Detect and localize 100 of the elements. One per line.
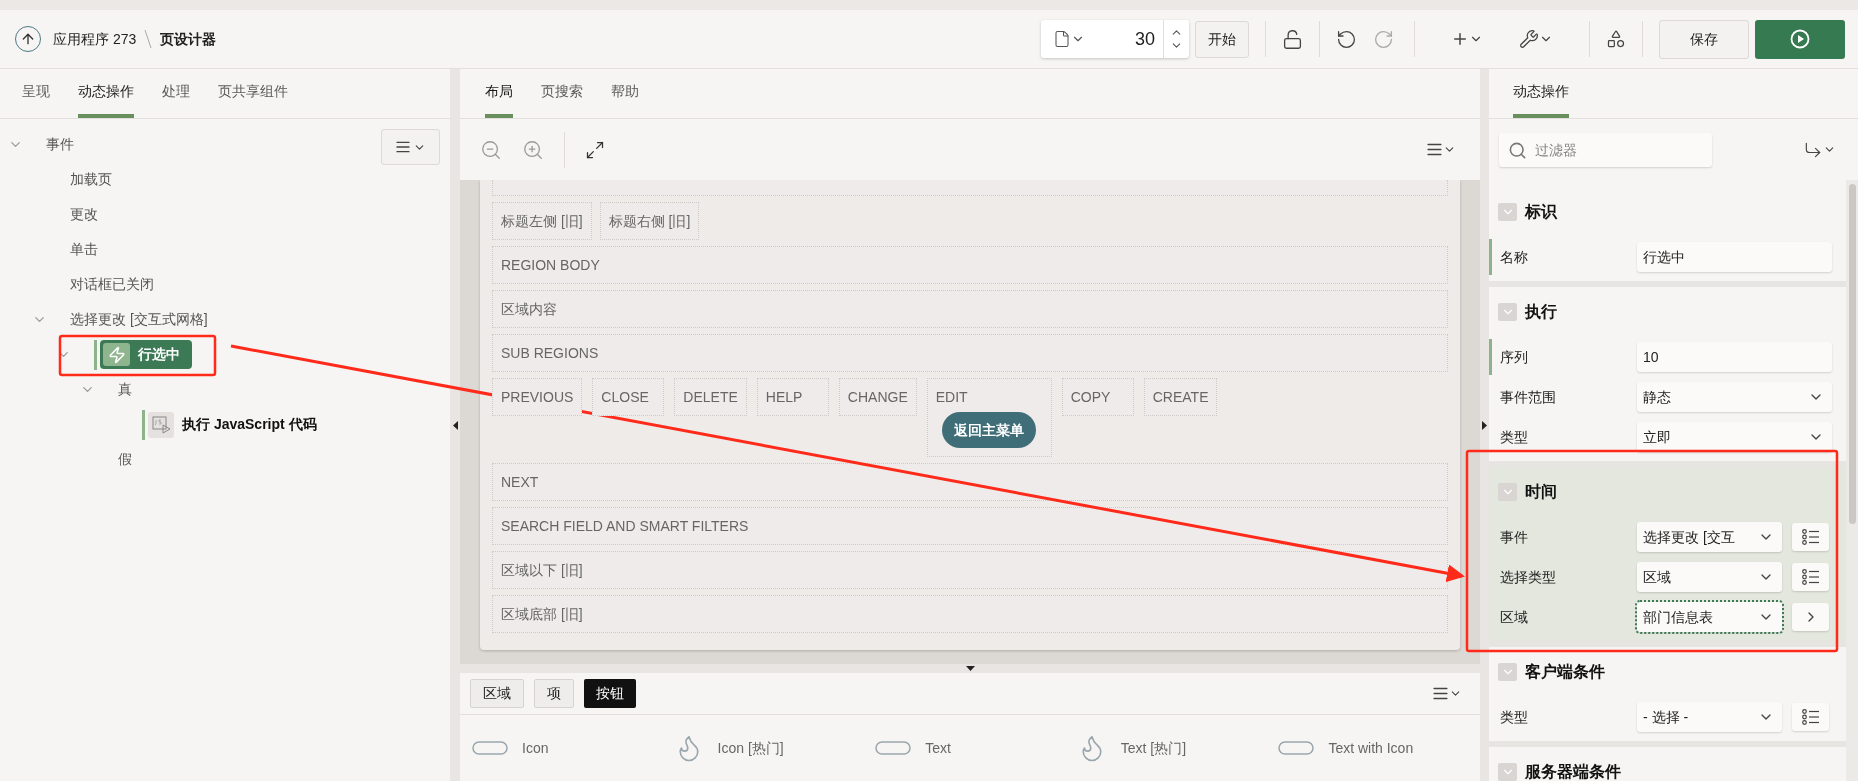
layout-region[interactable]: REGION BODY	[492, 246, 1448, 284]
list-icon	[1801, 569, 1820, 585]
tree-node[interactable]: 单击	[70, 239, 98, 260]
text-field[interactable]: 行选中	[1637, 242, 1832, 272]
shapes-icon[interactable]	[1606, 29, 1626, 49]
zoom-out-icon[interactable]	[480, 138, 502, 161]
gallery-tab[interactable]: 区域	[470, 679, 524, 708]
button-slot[interactable]: EDIT 返回主菜单	[926, 378, 1052, 457]
tab[interactable]: 页共享组件	[218, 69, 288, 118]
collapse-toggle[interactable]	[1498, 663, 1517, 681]
pill-icon	[1278, 741, 1315, 755]
save-button[interactable]: 保存	[1659, 19, 1749, 59]
tree-node[interactable]: 加载页	[70, 169, 112, 190]
property-label: 名称	[1499, 247, 1529, 267]
collapse-toggle[interactable]	[1498, 203, 1517, 221]
tab[interactable]: 动态操作	[1513, 69, 1569, 118]
pill-icon	[875, 741, 912, 755]
property-label: 序列	[1499, 347, 1529, 367]
add-menu-icon[interactable]	[1451, 30, 1483, 48]
collapse-right-icon[interactable]	[1482, 420, 1487, 430]
tree-node[interactable]: 事件	[46, 134, 74, 155]
filter-field[interactable]: 过滤器	[1499, 132, 1712, 167]
slot-label: EDIT	[935, 388, 969, 407]
breadcrumb-link[interactable]: 应用程序 273	[53, 28, 137, 50]
select-field[interactable]: 立即	[1637, 422, 1832, 452]
gallery-tab[interactable]: 按钮	[584, 679, 636, 708]
search-icon	[1508, 140, 1527, 160]
page-number: 30	[1133, 27, 1156, 51]
tab[interactable]: 动态操作	[78, 69, 134, 118]
collapse-toggle[interactable]	[1498, 483, 1517, 501]
list-button[interactable]	[1792, 703, 1829, 731]
unlock-icon[interactable]	[1282, 28, 1303, 50]
layout-slot[interactable]: 标题右侧 [旧]	[599, 202, 700, 240]
tree-node[interactable]: 更改	[70, 204, 98, 225]
layout-slot[interactable]: DELETE	[674, 378, 747, 416]
gallery-item[interactable]: Text with Icon	[1328, 737, 1414, 759]
list-button[interactable]	[1792, 523, 1829, 551]
layout-slot[interactable]: CLOSE	[592, 378, 665, 416]
section-title: 标识	[1525, 202, 1557, 222]
collapse-left-icon[interactable]	[452, 420, 458, 430]
menu-button[interactable]: 返回主菜单	[942, 412, 1037, 448]
select-field[interactable]: 静态	[1637, 382, 1832, 412]
layout-region[interactable]: 区域底部 [旧]	[492, 595, 1448, 633]
layout-slot[interactable]: CREATE	[1143, 378, 1218, 416]
tree-node[interactable]: 执行 JavaScript 代码	[182, 414, 317, 435]
layout-region[interactable]: SUB REGIONS	[492, 334, 1448, 372]
text-field[interactable]: 10	[1637, 342, 1832, 372]
select-field[interactable]: 部门信息表	[1637, 602, 1782, 632]
gallery-item[interactable]: Text [热门]	[1120, 737, 1187, 759]
run-button[interactable]	[1755, 19, 1845, 59]
breadcrumb-link[interactable]: 页设计器	[160, 28, 217, 50]
select-field[interactable]: - 选择 -	[1637, 702, 1782, 732]
layout-region[interactable]: NEXT	[492, 463, 1448, 501]
wrench-menu-icon[interactable]	[1519, 29, 1553, 49]
menu-icon[interactable]	[1432, 685, 1462, 702]
tab[interactable]: 处理	[162, 69, 190, 118]
pill-icon	[472, 741, 508, 755]
menu-icon	[395, 139, 411, 155]
gallery-tab[interactable]: 项	[534, 679, 574, 708]
property-label: 选择类型	[1499, 567, 1557, 587]
menu-button[interactable]	[381, 129, 440, 165]
tab[interactable]: 呈现	[22, 69, 50, 118]
tree-node-badge[interactable]: 行选中	[100, 340, 192, 369]
property-label: 事件范围	[1499, 387, 1557, 407]
layout-slot[interactable]: HELP	[756, 378, 829, 416]
tree-node[interactable]: 对话框已关闭	[70, 274, 154, 295]
select-field[interactable]: 选择更改 [交互	[1637, 522, 1782, 552]
gallery-item[interactable]: Icon [热门]	[717, 737, 784, 759]
section-title: 客户端条件	[1525, 662, 1605, 682]
tree-node[interactable]: 真	[118, 379, 132, 400]
tab[interactable]: 帮助	[611, 69, 639, 118]
tree-node[interactable]: 选择更改 [交互式网格]	[70, 309, 208, 330]
tab[interactable]: 页搜索	[541, 69, 583, 118]
gallery-item[interactable]: Text	[925, 737, 951, 759]
collapse-toggle[interactable]	[1498, 763, 1517, 781]
scrollbar[interactable]	[1846, 180, 1858, 781]
collapse-toggle[interactable]	[1498, 303, 1517, 321]
layout-region[interactable]: SEARCH FIELD AND SMART FILTERS	[492, 507, 1448, 545]
gallery-item[interactable]: Icon	[522, 737, 549, 759]
layout-region[interactable]: 区域内容	[492, 290, 1448, 328]
property-label: 事件	[1499, 527, 1529, 547]
list-icon	[1801, 529, 1820, 545]
property-label: 类型	[1499, 707, 1529, 727]
layout-slot[interactable]: CHANGE	[838, 378, 917, 416]
menu-icon[interactable]	[1426, 141, 1456, 158]
layout-region[interactable]: 区域以下 [旧]	[492, 551, 1448, 589]
select-field[interactable]: 区域	[1637, 562, 1782, 592]
tree-node[interactable]: 假	[118, 449, 132, 470]
undo-icon[interactable]	[1336, 28, 1357, 50]
layout-slot[interactable]: PREVIOUS	[492, 378, 583, 416]
zoom-in-icon[interactable]	[522, 138, 544, 161]
start-button[interactable]: 开始	[1195, 20, 1249, 58]
lightning-icon	[107, 345, 126, 364]
list-button[interactable]	[1792, 563, 1829, 591]
collapse-down-icon[interactable]	[965, 666, 975, 671]
layout-slot[interactable]: 标题左侧 [旧]	[492, 202, 592, 240]
property-label: 类型	[1499, 427, 1529, 447]
expand-icon[interactable]	[585, 139, 605, 160]
layout-slot[interactable]: COPY	[1061, 378, 1134, 416]
page-selector[interactable]: 30	[1041, 20, 1189, 58]
